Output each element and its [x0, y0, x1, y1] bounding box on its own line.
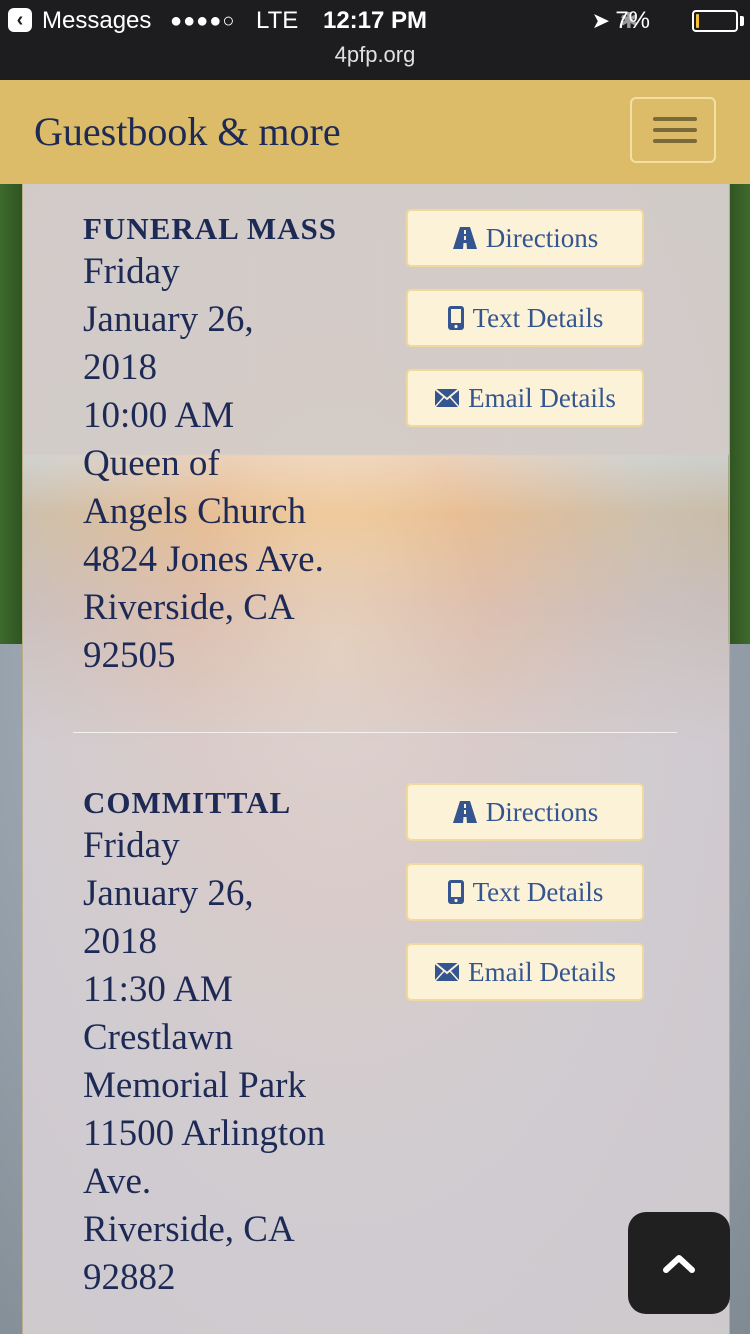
email-details-label: Email Details — [468, 383, 616, 413]
event-year: 2018 — [83, 921, 157, 962]
event-committal: COMMITTAL Friday January 26, 2018 11:30 … — [83, 784, 723, 1302]
road-icon — [452, 227, 477, 249]
mobile-phone-icon — [447, 880, 464, 904]
mobile-phone-icon — [447, 306, 464, 330]
event-venue-line2: Angels Church — [83, 491, 306, 532]
event-venue-line1: Queen of — [83, 443, 220, 484]
battery-icon — [692, 10, 738, 32]
site-brand[interactable]: Guestbook & more — [34, 108, 341, 155]
event-street: 11500 Arlington — [83, 1113, 326, 1154]
menu-toggle-button[interactable] — [630, 97, 716, 163]
hamburger-icon — [653, 117, 697, 121]
event-venue-line2: Memorial Park — [83, 1065, 306, 1106]
event-day: Friday — [83, 251, 180, 292]
battery-tip — [740, 16, 744, 26]
road-icon — [452, 801, 477, 823]
event-time: 10:00 AM — [83, 395, 235, 436]
event-date: January 26, — [83, 299, 254, 340]
battery-percent: 7% — [615, 7, 650, 34]
directions-label: Directions — [485, 797, 599, 827]
chevron-up-icon — [663, 1255, 695, 1273]
email-details-button[interactable]: Email Details — [406, 369, 644, 427]
event-divider — [73, 732, 677, 733]
event-zip: 92505 — [83, 635, 176, 676]
hamburger-icon-bar — [653, 128, 697, 132]
email-details-label: Email Details — [468, 957, 616, 987]
directions-label: Directions — [485, 223, 599, 253]
text-details-label: Text Details — [472, 303, 604, 333]
event-time: 11:30 AM — [83, 969, 233, 1010]
service-details-panel: FUNERAL MASS Friday January 26, 2018 10:… — [22, 184, 730, 1334]
event-street-suffix: Ave. — [83, 1161, 152, 1202]
text-details-label: Text Details — [472, 877, 604, 907]
battery-level — [696, 14, 699, 28]
email-details-button[interactable]: Email Details — [406, 943, 644, 1001]
event-zip: 92882 — [83, 1257, 176, 1298]
event-date: January 26, — [83, 873, 254, 914]
text-details-button[interactable]: Text Details — [406, 289, 644, 347]
event-city: Riverside, CA — [83, 1209, 295, 1250]
event-funeral-mass: FUNERAL MASS Friday January 26, 2018 10:… — [83, 210, 723, 680]
text-details-button[interactable]: Text Details — [406, 863, 644, 921]
url-label[interactable]: 4pfp.org — [0, 40, 750, 70]
event-street: 4824 Jones Ave. — [83, 539, 324, 580]
background-grass-right — [728, 184, 750, 644]
site-header: Guestbook & more — [0, 80, 750, 184]
background-grass-left — [0, 184, 22, 644]
directions-button[interactable]: Directions — [406, 209, 644, 267]
event-venue-line1: Crestlawn — [83, 1017, 234, 1058]
envelope-icon — [434, 388, 460, 408]
event-year: 2018 — [83, 347, 157, 388]
hamburger-icon-bar — [653, 139, 697, 143]
event-city: Riverside, CA — [83, 587, 295, 628]
envelope-icon — [434, 962, 460, 982]
scroll-to-top-button[interactable] — [628, 1212, 730, 1314]
location-arrow-icon: ➤ — [591, 8, 610, 33]
event-day: Friday — [83, 825, 180, 866]
directions-button[interactable]: Directions — [406, 783, 644, 841]
status-bar: ‹ Messages ●●●●○ LTE 12:17 PM ➤ ✱ 7% 4pf… — [0, 0, 750, 80]
